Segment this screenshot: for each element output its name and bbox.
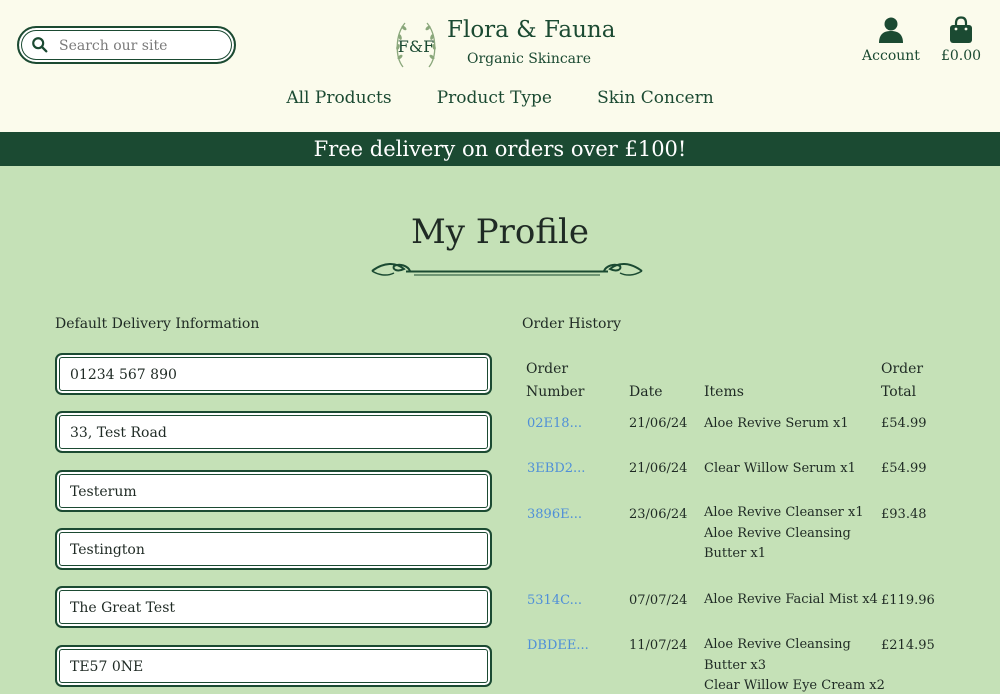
address-line1-field[interactable]	[55, 411, 492, 453]
county-input[interactable]	[70, 597, 470, 619]
cart-total: £0.00	[940, 48, 982, 64]
order-date: 23/06/24	[629, 507, 688, 522]
col-items: Items	[704, 384, 744, 400]
address-line1-input[interactable]	[70, 422, 470, 444]
logo-monogram: F&F	[398, 37, 434, 56]
site-header: F&F Flora & Fauna Organic Skincare Accou…	[0, 0, 1000, 132]
page-title: My Profile	[410, 212, 590, 252]
order-history-heading: Order History	[522, 316, 622, 332]
order-item-line: Aloe Revive Cleansing	[704, 637, 851, 652]
town-input[interactable]	[70, 539, 470, 561]
col-order-total: Order Total	[881, 358, 923, 404]
order-number-link[interactable]: DBDEE...	[527, 636, 589, 657]
order-item-line: Aloe Revive Facial Mist x4	[704, 592, 878, 607]
cart-link[interactable]: £0.00	[937, 16, 985, 64]
order-total: £54.99	[881, 416, 927, 431]
order-date: 07/07/24	[629, 593, 688, 608]
postcode-field[interactable]	[55, 645, 492, 687]
order-items: Aloe Revive Serum x1	[704, 414, 849, 435]
phone-field[interactable]	[55, 353, 492, 395]
search-input[interactable]	[59, 35, 229, 57]
address-line2-input[interactable]	[70, 481, 470, 503]
col-order-number-line2: Number	[526, 384, 585, 400]
brand-name[interactable]: Flora & Fauna	[447, 17, 615, 43]
order-total: £119.96	[881, 593, 935, 608]
order-date: 11/07/24	[629, 638, 688, 653]
order-number-link[interactable]: 5314C...	[527, 591, 582, 612]
phone-input[interactable]	[70, 364, 470, 386]
main-nav: All Products Product Type Skin Concern	[0, 88, 1000, 108]
order-item-line: Butter x1	[704, 546, 767, 561]
order-total: £93.48	[881, 507, 927, 522]
order-item-line: Aloe Revive Cleanser x1	[704, 505, 864, 520]
nav-skin-concern[interactable]: Skin Concern	[597, 88, 714, 108]
nav-all-products[interactable]: All Products	[286, 88, 391, 108]
order-number-link[interactable]: 3896E...	[527, 505, 582, 526]
brand-tagline: Organic Skincare	[467, 51, 591, 67]
delivery-info-heading: Default Delivery Information	[55, 316, 260, 332]
delivery-banner: Free delivery on orders over £100!	[0, 132, 1000, 166]
order-total: £214.95	[881, 638, 935, 653]
col-order-total-line2: Total	[881, 384, 917, 400]
order-item-line: Aloe Revive Serum x1	[704, 416, 849, 431]
title-flourish	[371, 263, 643, 276]
order-item-line: Clear Willow Serum x1	[704, 461, 856, 476]
order-date: 21/06/24	[629, 416, 688, 431]
order-number-link[interactable]: 3EBD2...	[527, 459, 585, 480]
col-order-total-line1: Order	[881, 361, 924, 377]
order-date: 21/06/24	[629, 461, 688, 476]
order-item-line: Aloe Revive Cleansing	[704, 525, 851, 541]
nav-product-type[interactable]: Product Type	[437, 88, 552, 108]
county-field[interactable]	[55, 586, 492, 628]
order-item-line: Clear Willow Eye Cream x2	[704, 678, 885, 693]
col-order-number-line1: Order	[526, 361, 569, 377]
order-items: Aloe Revive Facial Mist x4	[704, 590, 878, 611]
brand-logo[interactable]: F&F	[393, 17, 439, 73]
search-box[interactable]	[17, 26, 236, 64]
search-icon[interactable]	[31, 36, 49, 54]
col-date: Date	[629, 384, 663, 400]
shopping-bag-icon	[950, 16, 972, 43]
account-link[interactable]: Account	[860, 16, 922, 64]
order-items: Aloe Revive Cleansing Butter x3 Clear Wi…	[704, 635, 885, 694]
address-line2-field[interactable]	[55, 470, 492, 512]
town-field[interactable]	[55, 528, 492, 570]
account-label: Account	[862, 48, 920, 64]
order-items: Aloe Revive Cleanser x1 Aloe Revive Clea…	[704, 503, 864, 565]
postcode-input[interactable]	[70, 656, 470, 678]
order-items: Clear Willow Serum x1	[704, 459, 856, 480]
order-item-line: Butter x3	[704, 657, 767, 673]
col-order-number: Order Number	[526, 358, 584, 404]
order-number-link[interactable]: 02E18...	[527, 414, 582, 435]
order-total: £54.99	[881, 461, 927, 476]
user-icon	[879, 17, 903, 43]
